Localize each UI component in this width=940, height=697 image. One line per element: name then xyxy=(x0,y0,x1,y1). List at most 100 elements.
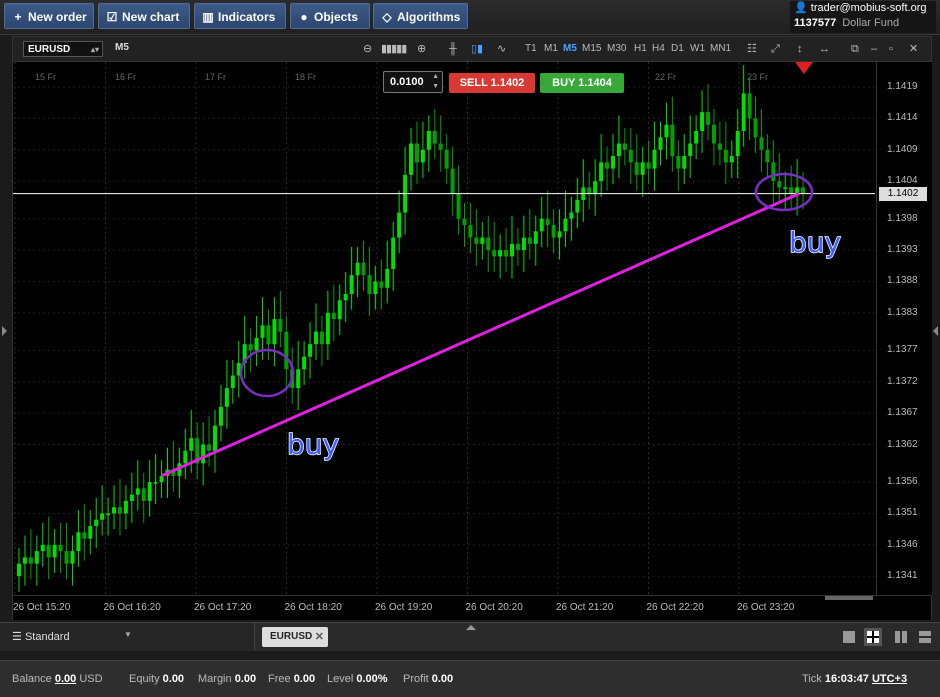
workspace-selector[interactable]: ☰ Standard ▼ xyxy=(0,623,255,651)
grid-icon[interactable]: ☷ xyxy=(747,41,757,57)
candle-body xyxy=(521,237,526,251)
candle-body xyxy=(308,344,313,357)
right-panel-handle[interactable] xyxy=(933,326,938,336)
price-tick-label: 1.1372 xyxy=(887,375,918,387)
price-tick-label: 1.1414 xyxy=(887,112,918,124)
tf-h4[interactable]: H4 xyxy=(652,42,665,56)
left-panel-handle[interactable] xyxy=(2,326,7,336)
time-tick-label: 26 Oct 16:20 xyxy=(103,602,161,613)
close-icon[interactable]: ✕ xyxy=(909,41,918,57)
indicators-button[interactable]: ▥ Indicators xyxy=(194,3,286,29)
candle-body xyxy=(587,187,592,194)
price-tick-label: 1.1383 xyxy=(887,306,918,318)
collapse-icon[interactable] xyxy=(466,625,476,630)
tf-t1[interactable]: T1 xyxy=(525,42,537,56)
user-icon: 👤 xyxy=(794,2,808,14)
candle-type-icon[interactable]: ▯▮ xyxy=(471,41,483,57)
balance-value[interactable]: 0.00 xyxy=(55,673,76,685)
tf-m5[interactable]: M5 xyxy=(563,42,577,56)
session-date-label: 16 Fr xyxy=(115,72,136,82)
maximize-icon[interactable]: ▫ xyxy=(889,41,893,57)
chart-tab-eurusd[interactable]: EURUSD ✕ xyxy=(262,627,328,647)
tf-m30[interactable]: M30 xyxy=(607,42,626,56)
zoom-in-icon[interactable]: ⊕ xyxy=(417,41,426,57)
zoom-out-icon[interactable]: ⊖ xyxy=(363,41,372,57)
tf-mn1[interactable]: MN1 xyxy=(710,42,731,56)
autoscroll-icon[interactable]: ⤢ xyxy=(771,41,780,57)
free-value: 0.00 xyxy=(293,673,316,685)
candle-body xyxy=(735,130,740,157)
symbol-selector[interactable]: EURUSD ▴▾ xyxy=(23,41,103,57)
zoom-slider[interactable]: ▮▮▮▮▮ xyxy=(381,41,407,57)
profit-value: 0.00 xyxy=(431,673,454,685)
candle-body xyxy=(34,551,39,564)
close-tab-icon[interactable]: ✕ xyxy=(315,627,324,647)
algorithms-button[interactable]: ◇ Algorithms xyxy=(373,3,468,29)
price-axis[interactable]: 1.1419 1.1414 1.1409 1.1404 1.1398 1.1393 1.13… xyxy=(876,62,932,595)
layout-horizontal-icon[interactable] xyxy=(919,631,931,643)
lot-size-input[interactable]: 0.0100 ▲ ▼ xyxy=(383,71,443,93)
tf-h1[interactable]: H1 xyxy=(634,42,647,56)
equity-status: Equity 0.00 xyxy=(129,673,184,685)
session-date-label: 22 Fr xyxy=(655,72,676,82)
layout-vertical-icon[interactable] xyxy=(895,631,907,643)
profit-label: Profit xyxy=(403,673,429,685)
tf-m15[interactable]: M15 xyxy=(582,42,601,56)
bar-type-icon[interactable]: ╫ xyxy=(449,41,457,57)
vertical-scale-icon[interactable]: ↕ xyxy=(797,41,803,57)
account-panel[interactable]: 👤 trader@mobius-soft.org 1137577 Dollar F… xyxy=(790,1,936,33)
session-date-label: 17 Fr xyxy=(205,72,226,82)
buy-button[interactable]: BUY 1.1404 xyxy=(540,73,624,93)
candle-body xyxy=(646,162,651,169)
timezone-selector[interactable]: UTC+3 xyxy=(872,673,907,685)
time-axis[interactable]: 26 Oct 15:20 26 Oct 16:20 26 Oct 17:20 26 O… xyxy=(13,595,931,620)
session-date-label: 23 Fr xyxy=(747,72,768,82)
equity-value: 0.00 xyxy=(162,673,185,685)
chart-scrollbar[interactable] xyxy=(825,596,873,600)
diamond-icon: ◇ xyxy=(382,10,392,24)
tf-d1[interactable]: D1 xyxy=(671,42,684,56)
price-chart[interactable]: 15 Fr 16 Fr 17 Fr 18 Fr 22 Fr 23 Fr buy buy xyxy=(13,62,875,595)
line-type-icon[interactable]: ∿ xyxy=(497,41,506,57)
candle-body xyxy=(379,281,384,288)
workspace-label: Standard xyxy=(24,631,70,643)
candle-body xyxy=(385,268,390,288)
candle-body xyxy=(189,438,194,451)
candle-body xyxy=(741,93,746,131)
sell-button[interactable]: SELL 1.1402 xyxy=(449,73,535,93)
horizontal-scale-icon[interactable]: ↔ xyxy=(819,41,830,57)
candle-body xyxy=(759,137,764,150)
candle-body xyxy=(40,544,45,552)
price-tick-label: 1.1419 xyxy=(887,81,918,93)
minimize-icon[interactable]: – xyxy=(871,41,877,57)
new-chart-button[interactable]: ☑ New chart xyxy=(98,3,190,29)
free-status: Free 0.00 xyxy=(268,673,315,685)
candle-body xyxy=(94,519,99,527)
time-tick-label: 26 Oct 23:20 xyxy=(737,602,795,613)
candle-body xyxy=(207,444,212,451)
candle-body xyxy=(331,312,336,320)
candle-body xyxy=(22,557,27,564)
new-order-button[interactable]: + New order xyxy=(4,3,94,29)
layout-single-icon[interactable] xyxy=(843,631,855,643)
candle-body xyxy=(706,112,711,125)
candle-body xyxy=(622,143,627,150)
new-order-label: New order xyxy=(28,10,87,24)
candle-body xyxy=(147,482,152,501)
tf-w1[interactable]: W1 xyxy=(690,42,705,56)
price-tick-label: 1.1351 xyxy=(887,507,918,519)
candle-body xyxy=(254,337,259,351)
candle-body xyxy=(729,156,734,163)
level-value: 0.00% xyxy=(356,673,388,685)
candle-body xyxy=(771,162,776,182)
candle-body xyxy=(444,149,449,169)
tf-m1[interactable]: M1 xyxy=(544,42,558,56)
menu-icon: ☰ xyxy=(12,631,22,643)
chart-header: EURUSD ▴▾ M5 ⊖ ▮▮▮▮▮ ⊕ ╫ ▯▮ ∿ T1 M1 M5 M1… xyxy=(13,37,931,62)
detach-icon[interactable]: ⧉ xyxy=(851,41,859,57)
price-tick-label: 1.1367 xyxy=(887,407,918,419)
trendline xyxy=(160,192,800,478)
objects-button[interactable]: ● Objects xyxy=(290,3,370,29)
session-date-label: 18 Fr xyxy=(295,72,316,82)
layout-grid-icon[interactable] xyxy=(864,628,882,646)
